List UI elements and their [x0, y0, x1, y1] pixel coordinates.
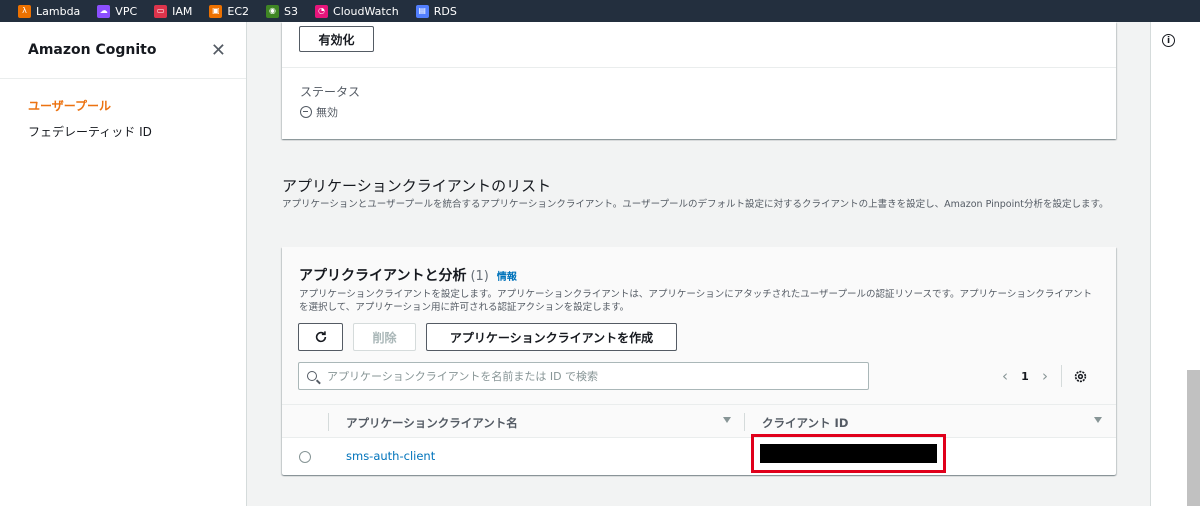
app-clients-count: (1) — [470, 269, 489, 284]
column-header-client-name[interactable]: アプリケーションクライアント名 — [346, 415, 518, 431]
disabled-status-icon — [300, 106, 312, 118]
table-header: アプリケーションクライアント名 クライアント ID — [282, 405, 1116, 438]
service-shortcut-ec2[interactable]: ▣ EC2 — [209, 4, 250, 18]
search-input[interactable] — [327, 369, 847, 383]
section-description: アプリケーションとユーザープールを統合するアプリケーションクライアント。ユーザー… — [282, 199, 1109, 210]
vpc-icon: ☁ — [97, 4, 111, 18]
column-divider — [744, 413, 745, 431]
status-label: ステータス — [300, 85, 361, 99]
side-navigation: Amazon Cognito ✕ ユーザープール フェデレーティッド ID — [0, 22, 247, 506]
cloudwatch-icon: ◔ — [315, 4, 329, 18]
service-shortcut-label: Lambda — [36, 4, 81, 18]
service-shortcut-iam[interactable]: ▭ IAM — [154, 4, 193, 18]
highlight-box — [751, 434, 946, 473]
scrollbar-thumb[interactable] — [1187, 370, 1200, 506]
service-shortcut-cloudwatch[interactable]: ◔ CloudWatch — [315, 4, 399, 18]
create-app-client-button[interactable]: アプリケーションクライアントを作成 — [426, 323, 677, 351]
chevron-right-icon[interactable]: › — [1035, 367, 1055, 385]
pagination: ‹ 1 › — [995, 365, 1088, 387]
app-clients-description: アプリケーションクライアントを設定します。アプリケーションクライアントは、アプリ… — [299, 289, 1092, 313]
close-icon[interactable]: ✕ — [211, 40, 226, 61]
table-row: sms-auth-client — [282, 439, 1116, 475]
search-icon — [307, 371, 317, 381]
service-shortcut-label: VPC — [115, 4, 138, 18]
s3-icon: ◉ — [266, 4, 280, 18]
divider — [1061, 365, 1062, 387]
status-value: 無効 — [300, 104, 338, 120]
enable-button[interactable]: 有効化 — [299, 26, 374, 52]
status-value-text: 無効 — [316, 106, 338, 119]
sort-caret-icon[interactable] — [1094, 417, 1102, 423]
search-field — [298, 362, 869, 390]
ec2-icon: ▣ — [209, 4, 223, 18]
lambda-icon: λ — [18, 4, 31, 18]
gear-icon[interactable] — [1072, 368, 1088, 384]
refresh-icon — [315, 331, 326, 343]
info-link[interactable]: 情報 — [497, 268, 517, 283]
client-id-redacted — [760, 444, 937, 463]
app-clients-title: アプリクライアントと分析 — [299, 268, 467, 284]
side-navigation-title: Amazon Cognito — [28, 42, 157, 58]
column-header-client-id[interactable]: クライアント ID — [762, 415, 848, 431]
nav-item-federated-identities[interactable]: フェデレーティッド ID — [0, 124, 246, 140]
delete-button[interactable]: 削除 — [353, 323, 416, 351]
iam-icon: ▭ — [154, 4, 168, 18]
preferences-gear-svg — [1074, 370, 1086, 382]
service-shortcut-vpc[interactable]: ☁ VPC — [97, 4, 138, 18]
refresh-button[interactable] — [298, 323, 343, 351]
chevron-left-icon[interactable]: ‹ — [995, 367, 1015, 385]
app-clients-heading: アプリクライアントと分析 (1) 情報 — [299, 265, 517, 285]
service-shortcut-label: IAM — [172, 4, 193, 18]
app-clients-header: アプリクライアントと分析 (1) 情報 アプリケーションクライアントを設定します… — [282, 247, 1116, 405]
client-name-link[interactable]: sms-auth-client — [346, 449, 435, 463]
row-select-radio[interactable] — [299, 451, 311, 463]
side-navigation-header: Amazon Cognito ✕ — [0, 22, 246, 79]
divider — [282, 67, 1116, 68]
section-title: アプリケーションクライアントのリスト — [282, 177, 552, 195]
service-shortcut-label: EC2 — [227, 4, 250, 18]
page-number[interactable]: 1 — [1015, 370, 1035, 383]
service-shortcut-s3[interactable]: ◉ S3 — [266, 4, 299, 18]
service-shortcut-bar: λ Lambda ☁ VPC ▭ IAM ▣ EC2 ◉ S3 ◔ CloudW… — [0, 0, 1200, 22]
nav-item-user-pools[interactable]: ユーザープール — [0, 98, 246, 114]
rds-icon: ▤ — [415, 4, 429, 18]
service-shortcut-label: RDS — [433, 4, 457, 18]
info-icon[interactable]: i — [1162, 34, 1175, 47]
delete-protection-card: 有効化 ステータス 無効 — [282, 22, 1116, 139]
column-divider — [328, 413, 329, 431]
service-shortcut-label: S3 — [284, 4, 299, 18]
service-shortcut-lambda[interactable]: λ Lambda — [18, 4, 81, 18]
service-shortcut-label: CloudWatch — [333, 4, 399, 18]
app-clients-card: アプリクライアントと分析 (1) 情報 アプリケーションクライアントを設定します… — [282, 247, 1116, 475]
service-shortcut-rds[interactable]: ▤ RDS — [415, 4, 457, 18]
sort-caret-icon[interactable] — [723, 417, 731, 423]
